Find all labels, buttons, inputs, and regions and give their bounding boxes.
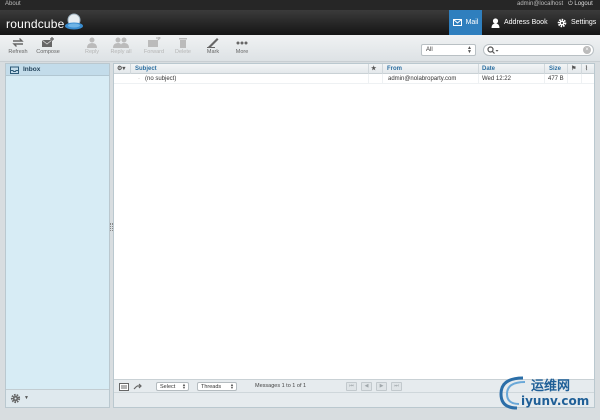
logo-text: roundcube: [6, 17, 65, 31]
select-dropdown-label: Select: [160, 384, 176, 390]
gear-icon: [557, 18, 567, 27]
nav-address-book-label: Address Book: [504, 19, 548, 26]
nav-mail[interactable]: Mail: [449, 10, 482, 35]
logout-label: Logout: [574, 1, 593, 7]
logo-icon: [65, 13, 83, 30]
column-subject[interactable]: Subject: [135, 66, 157, 72]
search-box[interactable]: ×: [483, 44, 594, 56]
trash-icon: [179, 38, 187, 48]
reply-icon: [87, 37, 97, 48]
folder-inbox-label: Inbox: [23, 66, 41, 73]
message-size: 477 B: [548, 76, 564, 82]
list-view-icon[interactable]: [119, 383, 129, 391]
folder-settings-gear-icon[interactable]: [10, 393, 21, 404]
first-page-button[interactable]: ⏮: [346, 382, 357, 391]
more-button[interactable]: More: [227, 37, 257, 55]
message-from: admin@nolabroparty.com: [388, 76, 457, 82]
reply-all-label: Reply all: [110, 49, 132, 55]
mark-label: Mark: [206, 49, 220, 55]
column-from[interactable]: From: [387, 66, 402, 72]
watermark-text-domain: iyunv.com: [521, 394, 590, 408]
about-link[interactable]: About: [5, 1, 21, 7]
search-icon: [487, 46, 499, 54]
column-size[interactable]: Size: [549, 66, 561, 72]
select-arrows-icon: ▲ ▼: [467, 45, 472, 55]
chevron-down-icon[interactable]: ▼: [24, 395, 29, 401]
folder-inbox[interactable]: Inbox: [6, 64, 109, 76]
column-flag[interactable]: ★: [371, 65, 376, 72]
threads-dropdown-label: Threads: [201, 384, 222, 390]
last-page-button[interactable]: ⏭: [391, 382, 402, 391]
compose-label: Compose: [36, 49, 60, 55]
top-bar: About admin@localhost ⏻ Logout: [0, 0, 600, 10]
select-arrows-icon: ▲ ▼: [230, 382, 234, 390]
refresh-icon: [12, 38, 24, 47]
next-page-button[interactable]: ▶: [376, 382, 387, 391]
nav-address-book[interactable]: Address Book: [491, 10, 548, 35]
filter-selected-value: All: [426, 47, 433, 53]
attachment-column-icon[interactable]: ⌇: [585, 65, 588, 72]
more-icon: [236, 41, 248, 45]
current-user: admin@localhost: [517, 1, 564, 7]
refresh-label: Refresh: [8, 49, 28, 55]
delete-button[interactable]: Delete: [168, 37, 198, 55]
pen-icon: [207, 38, 219, 48]
refresh-button[interactable]: Refresh: [3, 37, 33, 55]
column-date[interactable]: Date: [482, 66, 495, 72]
roundcube-logo[interactable]: roundcube: [6, 13, 96, 33]
message-list-header: ⚙▾ Subject ★ From Date Size ⚑ ⌇: [114, 64, 594, 74]
threads-dropdown[interactable]: Threads ▲ ▼: [197, 382, 237, 391]
threads-toggle-icon[interactable]: [133, 383, 143, 391]
forward-button[interactable]: Forward: [139, 37, 169, 55]
nav-mail-label: Mail: [465, 19, 479, 26]
logout-link[interactable]: ⏻ Logout: [568, 1, 593, 8]
message-count: Messages 1 to 1 of 1: [255, 383, 307, 389]
delete-label: Delete: [175, 49, 191, 55]
forward-label: Forward: [143, 49, 165, 55]
clear-search-icon[interactable]: ×: [583, 46, 591, 54]
message-date: Wed 12:22: [482, 76, 511, 82]
nav-settings[interactable]: Settings: [557, 10, 596, 35]
message-subject: (no subject): [145, 76, 177, 82]
reply-all-icon: [113, 37, 129, 48]
message-list: ⚙▾ Subject ★ From Date Size ⚑ ⌇ · (no su…: [113, 63, 595, 408]
prev-page-button[interactable]: ◀: [361, 382, 372, 391]
flag-column-icon[interactable]: ⚑: [571, 65, 576, 72]
reply-label: Reply: [84, 49, 100, 55]
list-options-gear-icon[interactable]: ⚙▾: [117, 65, 125, 72]
watermark: 运维网 iyunv.com: [493, 372, 597, 414]
forward-icon: [148, 37, 161, 47]
select-arrows-icon: ▲ ▼: [182, 382, 186, 390]
nav-settings-label: Settings: [571, 19, 597, 26]
person-icon: [491, 17, 500, 28]
more-label: More: [235, 49, 249, 55]
select-dropdown[interactable]: Select ▲ ▼: [156, 382, 189, 391]
sidebar-footer: ▼: [6, 389, 109, 407]
mark-button[interactable]: Mark: [198, 37, 228, 55]
watermark-text-cn: 运维网: [531, 379, 571, 394]
thread-dot-icon: ·: [138, 76, 140, 82]
compose-button[interactable]: Compose: [33, 37, 63, 55]
filter-select[interactable]: All ▲ ▼: [421, 44, 476, 56]
compose-icon: [41, 37, 54, 47]
mail-icon: [452, 19, 462, 26]
reply-button[interactable]: Reply: [77, 37, 107, 55]
inbox-icon: [10, 66, 19, 74]
search-input[interactable]: [502, 46, 582, 55]
app-header: roundcube Mail Address Book Settings: [0, 10, 600, 35]
table-row[interactable]: · (no subject) admin@nolabroparty.com We…: [114, 74, 594, 84]
folder-sidebar: Inbox ▼: [5, 63, 110, 408]
reply-all-button[interactable]: Reply all: [106, 37, 136, 55]
power-icon: ⏻: [568, 1, 573, 7]
